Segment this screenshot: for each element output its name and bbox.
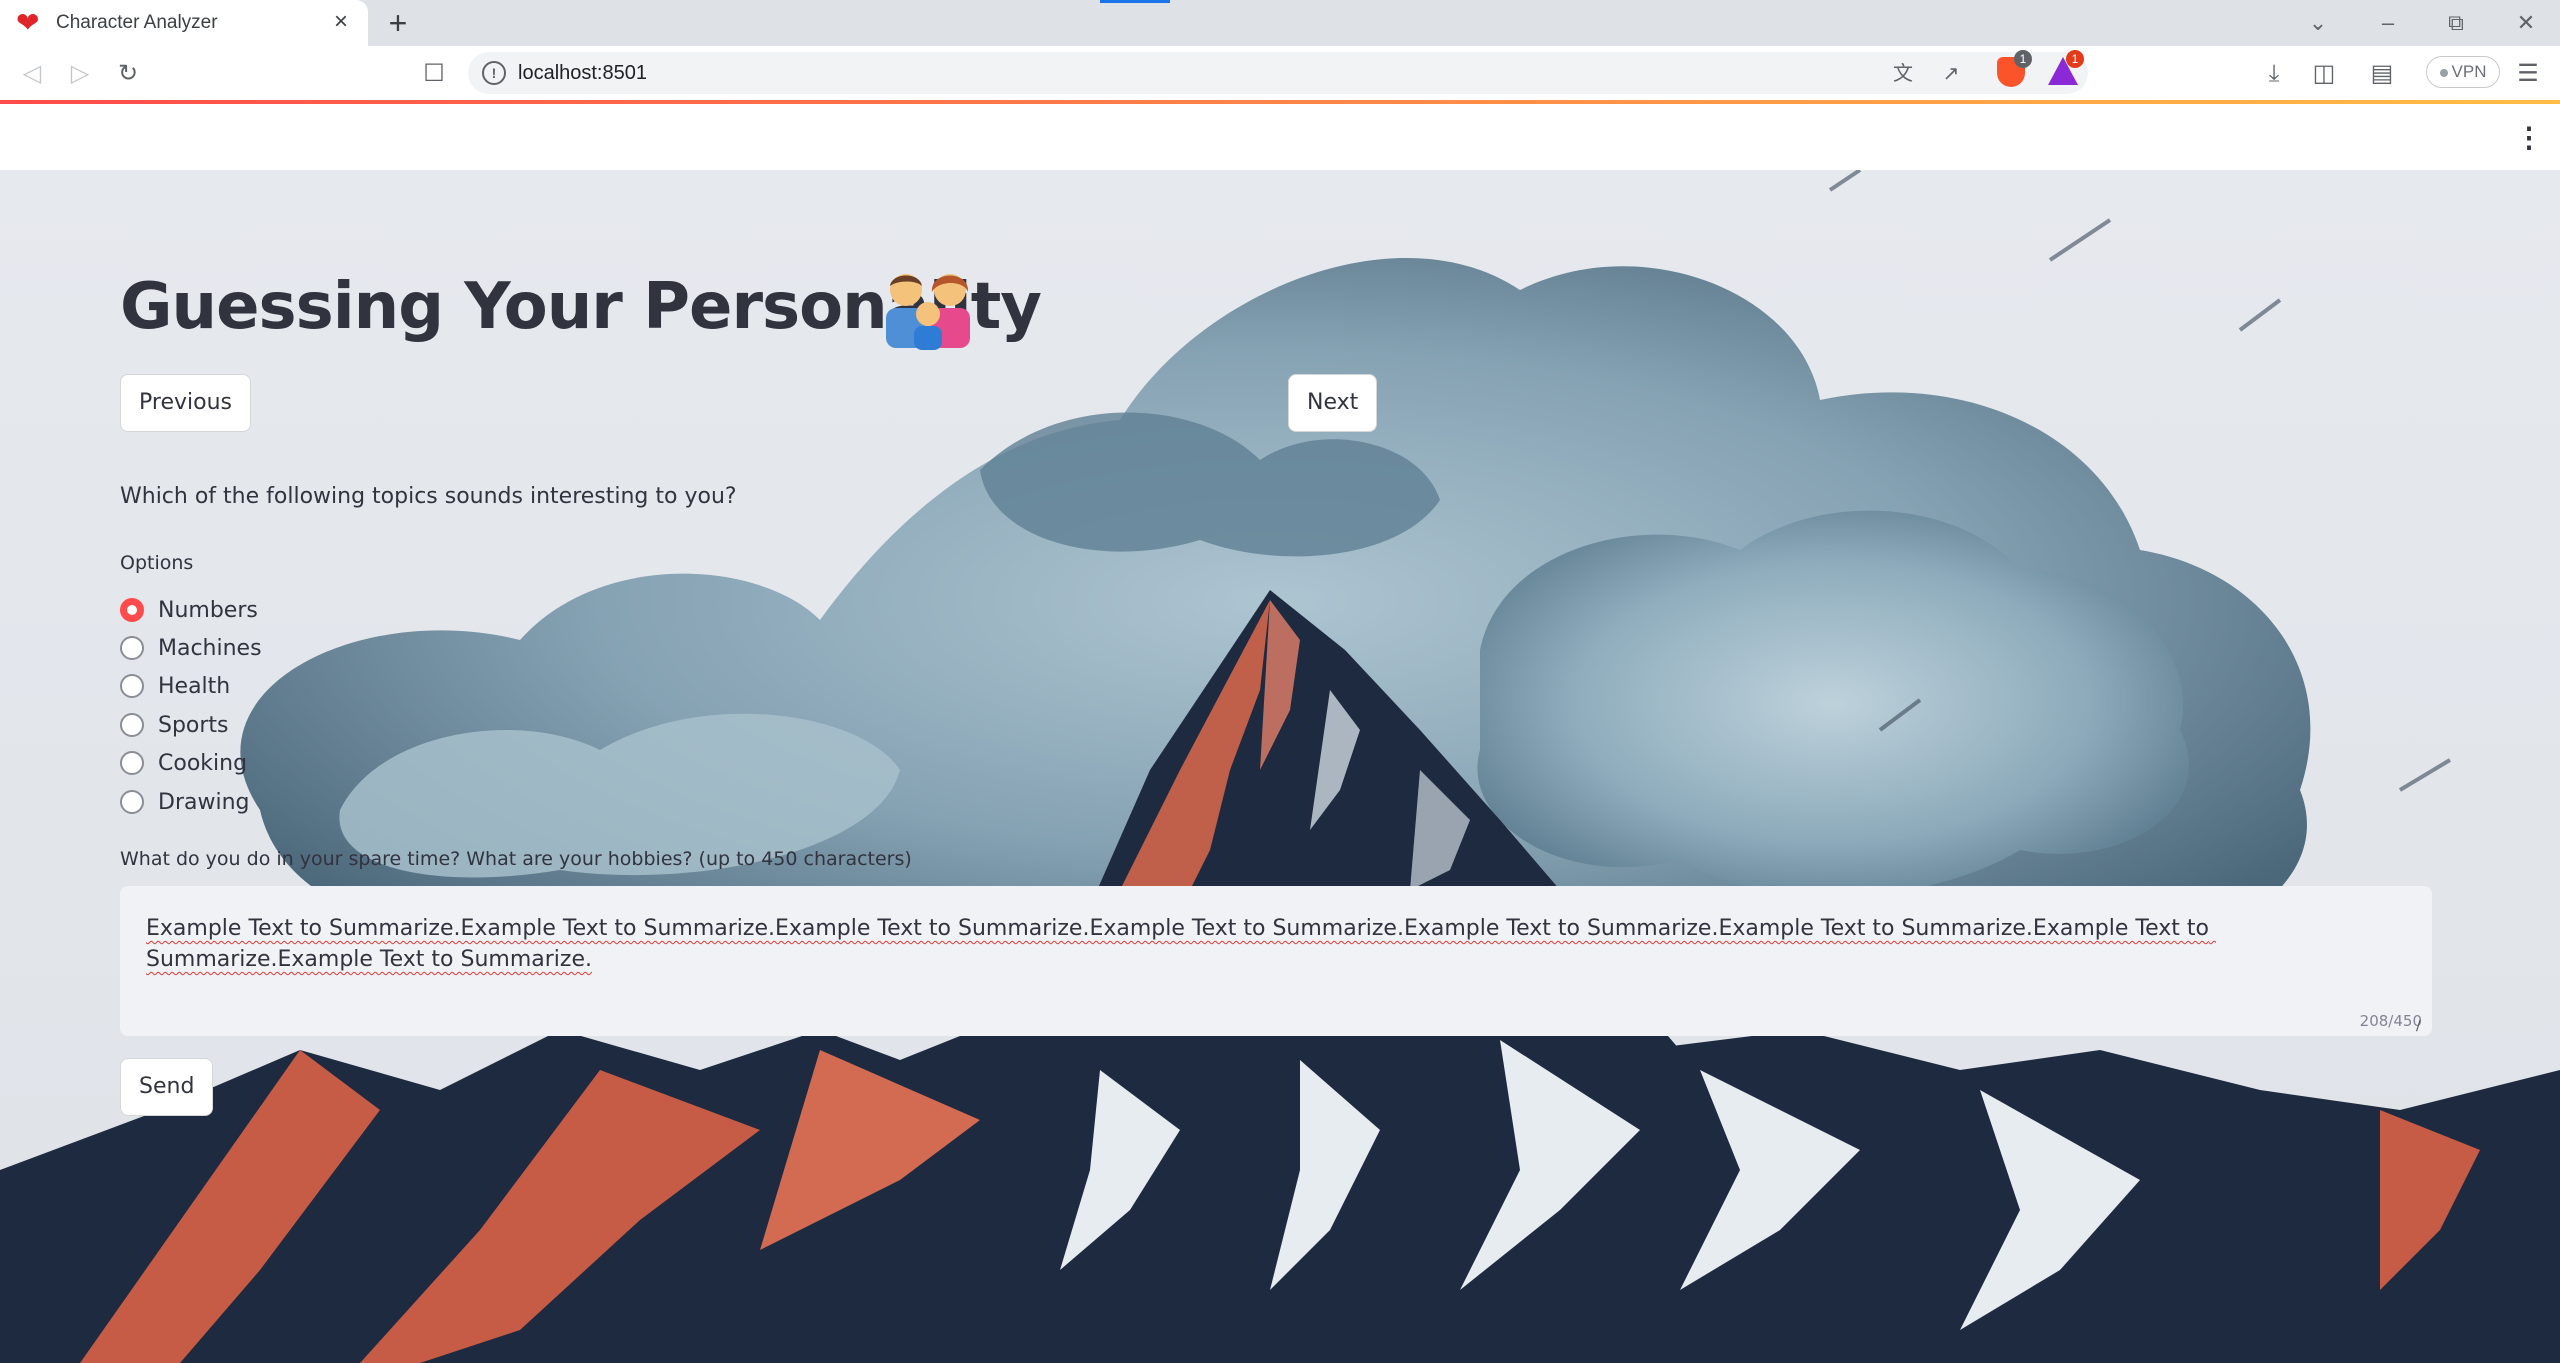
rewards-count-badge: 1 [2066,50,2084,68]
family-icon [886,274,970,350]
new-tab-button[interactable]: + [382,7,414,40]
browser-toolbar: ◁ ▷ ↻ ☐ ! localhost:8501 文 ↗ 1 1 ⤓ ◫ ▤ V… [0,46,2560,100]
back-icon[interactable]: ◁ [16,58,48,90]
radio-button[interactable] [120,751,144,775]
radio-button[interactable] [120,713,144,737]
loading-indicator [1100,0,1170,3]
radio-button[interactable] [120,636,144,660]
restore-button[interactable]: ⧉ [2436,6,2476,40]
close-tab-icon[interactable]: × [328,10,354,36]
radio-label: Numbers [158,597,258,623]
browser-tab[interactable]: ❤ Character Analyzer × [0,0,368,46]
radio-label: Drawing [158,789,250,815]
site-info-icon[interactable]: ! [482,61,506,85]
close-window-button[interactable]: ✕ [2506,6,2546,40]
tab-search-icon[interactable]: ⌄ [2298,6,2338,40]
question-text: Which of the following topics sounds int… [120,484,737,509]
previous-button[interactable]: Previous [120,374,251,432]
radio-option-health[interactable]: Health [120,670,230,702]
shields-count-badge: 1 [2014,50,2032,68]
radio-option-drawing[interactable]: Drawing [120,786,249,818]
sidebar-toggle-icon[interactable]: ◫ [2308,58,2340,90]
radio-button[interactable] [120,674,144,698]
bookmark-icon[interactable]: ☐ [418,58,450,90]
download-icon[interactable]: ⤓ [2258,58,2290,90]
share-icon[interactable]: ↗ [1938,61,1964,87]
vpn-button[interactable]: VPN [2426,56,2500,88]
heart-favicon-icon: ❤ [16,7,40,38]
minimize-button[interactable]: – [2368,6,2408,40]
character-count: 208/450 [2359,1012,2422,1030]
hobbies-textarea-container: Example Text to Summarize.Example Text t… [120,886,2432,1036]
options-label: Options [120,552,194,574]
address-bar[interactable]: ! localhost:8501 文 ↗ [468,52,2088,94]
browser-tab-bar: ❤ Character Analyzer × + ⌄ – ⧉ ✕ [0,0,2560,46]
send-button[interactable]: Send [120,1058,214,1116]
radio-label: Sports [158,712,229,738]
radio-option-machines[interactable]: Machines [120,632,262,664]
radio-option-sports[interactable]: Sports [120,709,229,741]
radio-option-cooking[interactable]: Cooking [120,747,247,779]
radio-button-selected[interactable] [120,598,144,622]
hobbies-label: What do you do in your spare time? What … [120,848,912,870]
radio-option-numbers[interactable]: Numbers [120,594,258,626]
next-button[interactable]: Next [1288,374,1378,432]
wallet-icon[interactable]: ▤ [2366,58,2398,90]
radio-label: Cooking [158,750,248,776]
browser-menu-icon[interactable]: ☰ [2512,58,2544,90]
vpn-status-dot [2439,68,2448,77]
kebab-menu-icon[interactable]: ⋮ [2514,124,2544,154]
app-header: ⋮ [0,104,2560,170]
main-content: Guessing Your Personality Previous Next … [120,170,2440,1363]
tab-title: Character Analyzer [56,12,218,33]
url-text[interactable]: localhost:8501 [518,62,647,85]
radio-button[interactable] [120,790,144,814]
hobbies-textarea[interactable]: Example Text to Summarize.Example Text t… [120,886,2432,1036]
radio-label: Machines [158,635,262,661]
vpn-label: VPN [2451,62,2487,81]
forward-icon[interactable]: ▷ [64,58,96,90]
reload-icon[interactable]: ↻ [112,58,144,90]
streamlit-app: ⋮ Guessing Your Personality Previous Nex… [0,100,2560,1363]
translate-icon[interactable]: 文 [1890,61,1916,87]
resize-handle-icon[interactable]: ∕ [2416,1018,2432,1034]
radio-label: Health [158,673,231,699]
